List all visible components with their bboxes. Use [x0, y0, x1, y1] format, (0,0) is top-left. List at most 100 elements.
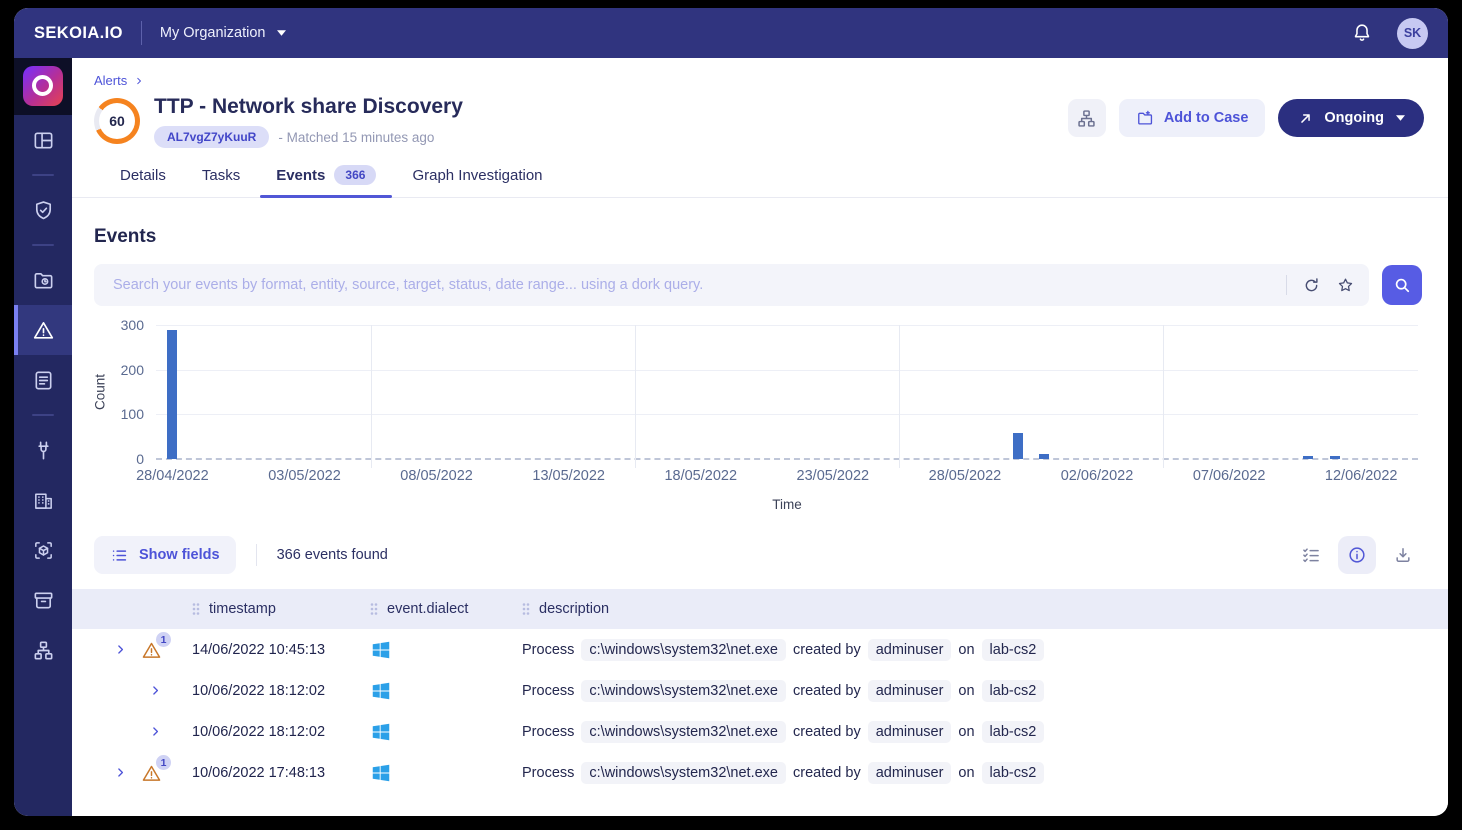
x-axis-tick: 03/05/2022	[268, 468, 341, 484]
column-header-timestamp[interactable]: timestamp	[192, 601, 370, 617]
warning-triangle-icon[interactable]: 1	[141, 640, 162, 659]
sidebar-item-archive[interactable]	[14, 575, 72, 625]
expand-row-chevron-icon[interactable]	[149, 725, 162, 738]
chart-bar-10-06-2022	[1303, 456, 1313, 459]
row-controls: 1	[72, 640, 192, 659]
alert-short-id-badge: AL7vgZ7yKuuR	[154, 126, 269, 148]
column-header-label: event.dialect	[387, 601, 468, 617]
breadcrumb-alerts-link[interactable]: Alerts	[94, 73, 127, 88]
cell-event-dialect	[370, 762, 522, 784]
table-body: 1 14/06/2022 10:45:13 Process c:\windows\sy…	[72, 629, 1448, 793]
description-value-chip: c:\windows\system32\net.exe	[581, 639, 786, 661]
search-tools-divider	[1286, 275, 1287, 295]
download-button[interactable]	[1384, 536, 1422, 574]
search-input[interactable]	[111, 276, 1286, 294]
tab-graph-investigation[interactable]: Graph Investigation	[394, 163, 560, 197]
sidebar-item-reports[interactable]	[14, 355, 72, 405]
v-gridline	[899, 325, 900, 468]
drag-handle-icon[interactable]	[370, 602, 378, 616]
sidebar-item-intelligence[interactable]	[14, 255, 72, 305]
avatar[interactable]: SK	[1397, 18, 1428, 49]
list-icon	[110, 546, 129, 565]
description-text: on	[958, 724, 974, 740]
column-header-description[interactable]: description	[522, 601, 1448, 617]
description-text: created by	[793, 683, 861, 699]
breadcrumb-chevron-icon	[134, 76, 144, 86]
x-axis-tick: 12/06/2022	[1325, 468, 1398, 484]
info-toggle-button[interactable]	[1338, 536, 1376, 574]
sidebar-item-organization[interactable]	[14, 475, 72, 525]
graph-view-button[interactable]	[1068, 99, 1106, 137]
shield-check-icon	[32, 199, 55, 222]
description-text: created by	[793, 724, 861, 740]
y-axis-tick: 0	[136, 451, 144, 467]
refresh-icon[interactable]	[1302, 276, 1321, 295]
building-icon	[32, 489, 55, 512]
status-dropdown-button[interactable]: Ongoing	[1278, 99, 1424, 137]
warning-triangle-icon[interactable]: 1	[141, 763, 162, 782]
add-to-case-button[interactable]: Add to Case	[1119, 99, 1266, 137]
sidebar-item-dashboards[interactable]	[14, 115, 72, 165]
chart-bar-31-05-2022	[1039, 454, 1049, 459]
expand-row-chevron-icon[interactable]	[114, 643, 127, 656]
table-header: timestamp event.dialect description	[72, 589, 1448, 629]
y-axis-label: Count	[93, 374, 108, 410]
windows-logo-icon	[370, 762, 392, 784]
table-row[interactable]: 10/06/2022 18:12:02Processc:\windows\sys…	[72, 711, 1448, 752]
drag-handle-icon[interactable]	[522, 602, 530, 616]
alert-header: 60 TTP - Network share Discovery AL7vgZ7…	[72, 88, 1448, 148]
chevron-down-icon	[1396, 115, 1405, 121]
tab-bar: Details TasksEvents366Graph Investigation	[72, 148, 1448, 198]
x-axis-baseline	[156, 458, 1418, 460]
sidebar	[14, 58, 72, 816]
h-gridline	[156, 370, 1418, 371]
events-panel: Events	[72, 198, 1448, 816]
sidebar-item-operations[interactable]	[14, 185, 72, 235]
tab-tasks[interactable]: Tasks	[184, 163, 258, 197]
tab-details[interactable]: Details	[102, 163, 184, 197]
sidebar-item-hierarchy[interactable]	[14, 625, 72, 675]
alert-triangle-icon	[32, 319, 55, 342]
description-value-chip: lab-cs2	[982, 721, 1045, 743]
sidebar-item-intakes[interactable]	[14, 425, 72, 475]
description-text: Process	[522, 724, 574, 740]
windows-logo-icon	[370, 721, 392, 743]
sekoia-logo[interactable]	[23, 66, 63, 106]
expand-row-chevron-icon[interactable]	[114, 766, 127, 779]
table-row[interactable]: 114/06/2022 10:45:13Processc:\windows\sy…	[72, 629, 1448, 670]
favorite-star-icon[interactable]	[1336, 276, 1355, 295]
organization-switcher[interactable]: My Organization	[160, 25, 287, 41]
sidebar-item-alerts[interactable]	[14, 305, 72, 355]
tab-label: Details	[120, 167, 166, 184]
add-to-case-label: Add to Case	[1164, 110, 1249, 126]
x-axis-tick: 13/05/2022	[532, 468, 605, 484]
notifications-bell-icon[interactable]	[1351, 22, 1373, 44]
drag-handle-icon[interactable]	[192, 602, 200, 616]
cell-timestamp: 14/06/2022 10:45:13	[192, 642, 370, 658]
x-axis-tick: 02/06/2022	[1061, 468, 1134, 484]
y-axis-tick: 100	[121, 406, 144, 422]
description-value-chip: c:\windows\system32\net.exe	[581, 680, 786, 702]
x-axis-tick: 08/05/2022	[400, 468, 473, 484]
status-label: Ongoing	[1324, 110, 1384, 126]
description-value-chip: lab-cs2	[982, 639, 1045, 661]
column-header-event-dialect[interactable]: event.dialect	[370, 601, 522, 617]
v-gridline	[635, 325, 636, 468]
row-controls: 1	[72, 763, 192, 782]
expand-row-chevron-icon[interactable]	[149, 684, 162, 697]
table-row[interactable]: 10/06/2022 18:12:02Processc:\windows\sys…	[72, 670, 1448, 711]
show-fields-button[interactable]: Show fields	[94, 536, 236, 574]
hierarchy-icon	[1076, 108, 1097, 129]
sidebar-item-sandbox[interactable]	[14, 525, 72, 575]
x-axis-tick: 28/05/2022	[929, 468, 1002, 484]
search-button[interactable]	[1382, 265, 1422, 305]
hierarchy-icon	[32, 639, 55, 662]
description-text: on	[958, 642, 974, 658]
x-axis-tick: 18/05/2022	[664, 468, 737, 484]
select-columns-button[interactable]	[1292, 536, 1330, 574]
events-timeline-chart: Count 0100200300 28/04/202203/05/202208/…	[94, 325, 1422, 512]
table-row[interactable]: 110/06/2022 17:48:13Processc:\windows\sy…	[72, 752, 1448, 793]
description-text: Process	[522, 765, 574, 781]
description-text: Process	[522, 683, 574, 699]
tab-events[interactable]: Events366	[258, 163, 394, 197]
